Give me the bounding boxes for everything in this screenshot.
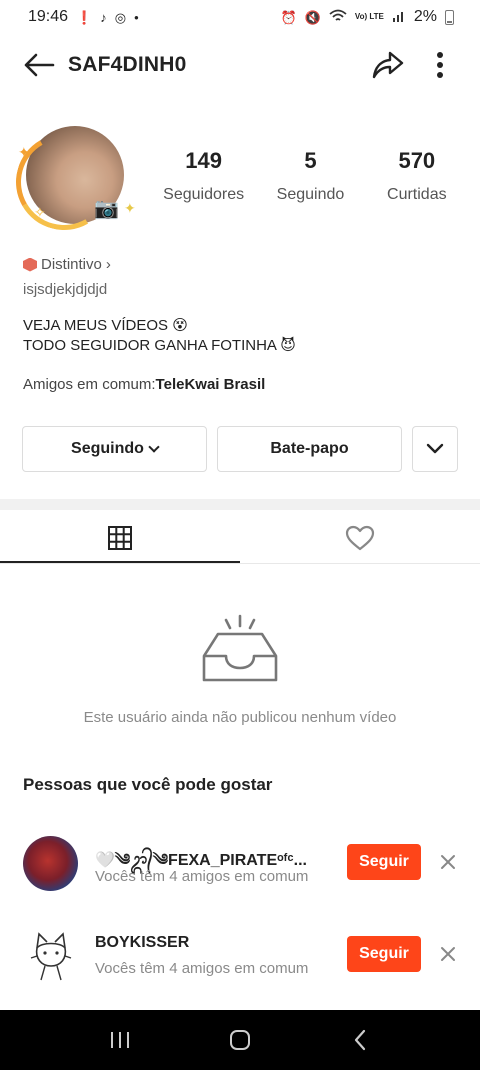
alarm-icon: ⏰	[280, 9, 297, 25]
following-label: Seguindo	[276, 186, 345, 203]
profile-stats: 149 Seguidores 5 Seguindo 570 Curtidas	[150, 148, 470, 204]
chat-button[interactable]: Bate-papo	[217, 426, 402, 472]
suggestions-toggle-button[interactable]	[412, 426, 458, 472]
back-nav-button[interactable]	[340, 1020, 380, 1060]
tabs-underline	[0, 563, 480, 564]
alert-icon: ❗	[76, 9, 93, 25]
back-button[interactable]	[22, 48, 56, 82]
system-nav-bar	[0, 1010, 480, 1070]
suggestion-item[interactable]: BOYKISSER Vocês têm 4 amigos em comum Se…	[23, 928, 463, 988]
profile-bio: VEJA MEUS VÍDEOS 😵 TODO SEGUIDOR GANHA F…	[23, 316, 296, 356]
tiktok-icon: ♪	[100, 9, 107, 25]
profile-avatar-frame[interactable]: ✦ ✧ 📷 ✦	[5, 122, 140, 241]
more-vertical-icon	[437, 52, 443, 78]
instagram-icon: ◎	[114, 9, 127, 25]
followers-label: Seguidores	[163, 186, 245, 203]
likes-count: 570	[398, 148, 436, 173]
section-divider	[0, 499, 480, 510]
wifi-icon	[329, 9, 347, 25]
share-icon	[372, 51, 404, 79]
home-button[interactable]	[220, 1020, 260, 1060]
cat-sketch-icon	[30, 932, 72, 981]
likes-stat[interactable]: 570 Curtidas	[377, 148, 457, 204]
more-options-button[interactable]	[422, 47, 458, 83]
suggestions-title: Pessoas que você pode gostar	[23, 775, 273, 794]
tab-likes[interactable]	[240, 512, 480, 564]
avatar[interactable]	[23, 836, 78, 891]
avatar[interactable]	[23, 928, 78, 983]
following-button[interactable]: Seguindo	[22, 426, 207, 472]
chevron-down-icon	[426, 443, 444, 454]
status-time: 19:46	[28, 8, 69, 25]
dot-icon: •	[134, 9, 139, 25]
empty-state: Este usuário ainda não publicou nenhum v…	[0, 612, 480, 726]
follow-button[interactable]: Seguir	[347, 936, 421, 972]
content-tabs	[0, 512, 480, 564]
tab-videos[interactable]	[0, 512, 240, 564]
mutual-friends: Amigos em comum:TeleKwai Brasil	[23, 376, 265, 393]
followers-count: 149	[185, 148, 222, 173]
lte-indicator: Vo) LTE	[354, 12, 384, 21]
home-icon	[230, 1030, 250, 1050]
recent-apps-icon	[111, 1032, 129, 1048]
chevron-down-icon	[148, 440, 160, 453]
recent-apps-button[interactable]	[100, 1020, 140, 1060]
battery-icon	[445, 9, 454, 25]
chat-button-label: Bate-papo	[270, 440, 349, 457]
suggestion-item[interactable]: 🤍༄ᬊ᭄༄FEXA_PIRATEᵒᶠᶜ... Vocês têm 4 amigo…	[23, 836, 463, 896]
following-stat[interactable]: 5 Seguindo	[270, 148, 350, 204]
signal-icon	[392, 9, 406, 25]
profile-header: SAF4DINH0	[0, 40, 480, 90]
star-icon: ✦	[18, 144, 30, 160]
following-button-label: Seguindo	[71, 440, 144, 457]
empty-inbox-icon	[202, 614, 278, 682]
follow-button[interactable]: Seguir	[347, 844, 421, 880]
bio-line: VEJA MEUS VÍDEOS 😵	[23, 317, 188, 334]
chevron-right-icon: ›	[105, 256, 111, 273]
likes-label: Curtidas	[387, 186, 447, 203]
camera-icon: 📷	[94, 198, 119, 220]
suggestion-name[interactable]: BOYKISSER	[95, 934, 189, 952]
dismiss-button[interactable]	[436, 942, 460, 966]
chevron-left-icon	[354, 1029, 366, 1051]
close-icon	[441, 947, 455, 961]
bio-line: TODO SEGUIDOR GANHA FOTINHA 😈	[23, 337, 296, 354]
mute-icon: 🔇	[304, 9, 321, 25]
sparkle-icon: ✦	[124, 200, 136, 216]
mutual-friends-label: Amigos em comum:	[23, 376, 156, 393]
profile-actions: Seguindo Bate-papo	[22, 426, 458, 472]
battery-percent: 2%	[413, 8, 437, 25]
dismiss-button[interactable]	[436, 850, 460, 874]
suggestion-mutuals: Vocês têm 4 amigos em comum	[95, 868, 309, 885]
arrow-left-icon	[24, 53, 55, 77]
status-left: 19:46 ❗ ♪ ◎ •	[28, 8, 139, 26]
grid-icon	[108, 526, 132, 550]
status-bar: 19:46 ❗ ♪ ◎ • ⏰ 🔇 Vo) LTE 2%	[0, 0, 480, 34]
close-icon	[441, 855, 455, 869]
sparkle-icon: ✧	[34, 204, 46, 220]
badge-icon	[23, 257, 37, 272]
share-button[interactable]	[370, 47, 406, 83]
profile-handle: isjsdjekjdjdjd	[23, 281, 108, 298]
empty-state-text: Este usuário ainda não publicou nenhum v…	[83, 709, 397, 726]
suggestion-mutuals: Vocês têm 4 amigos em comum	[95, 960, 309, 977]
status-right: ⏰ 🔇 Vo) LTE 2%	[280, 8, 454, 26]
badge-label: Distintivo	[41, 256, 102, 273]
profile-username: SAF4DINH0	[68, 53, 187, 76]
mutual-friend-name[interactable]: TeleKwai Brasil	[156, 376, 266, 393]
badge-link[interactable]: Distintivo ›	[23, 256, 111, 273]
followers-stat[interactable]: 149 Seguidores	[163, 148, 244, 204]
heart-icon	[345, 525, 375, 551]
following-count: 5	[304, 148, 317, 173]
